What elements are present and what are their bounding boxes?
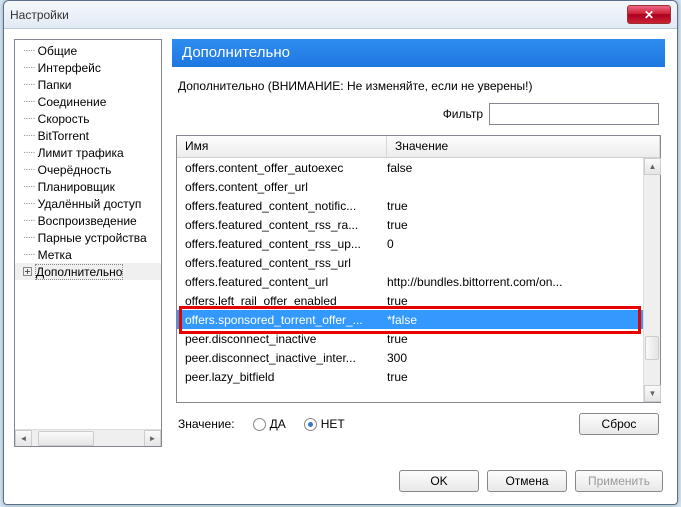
table-row[interactable]: offers.left_rail_offer_enabledtrue	[177, 291, 643, 310]
value-label: Значение:	[178, 417, 235, 431]
radio-yes-label: ДА	[270, 417, 286, 431]
table-row[interactable]: offers.content_offer_url	[177, 177, 643, 196]
table-row[interactable]: peer.lazy_bitfieldtrue	[177, 367, 643, 386]
radio-no-label: НЕТ	[321, 417, 345, 431]
cell-name: offers.featured_content_url	[185, 275, 387, 289]
cell-name: offers.content_offer_url	[185, 180, 387, 194]
dialog-buttons: OK Отмена Применить	[399, 470, 663, 492]
cell-value: true	[387, 294, 635, 308]
column-value[interactable]: Значение	[387, 136, 660, 157]
scroll-thumb[interactable]	[38, 431, 94, 446]
cancel-button[interactable]: Отмена	[487, 470, 567, 492]
tree-item[interactable]: ·····Метка	[15, 246, 161, 263]
radio-yes[interactable]	[253, 418, 266, 431]
expand-icon[interactable]	[23, 267, 32, 276]
cell-value: true	[387, 218, 635, 232]
detail-panel: Дополнительно Дополнительно (ВНИМАНИЕ: Н…	[172, 39, 665, 447]
cell-name: offers.featured_content_rss_up...	[185, 237, 387, 251]
category-tree: ·····Общие·····Интерфейс·····Папки·····С…	[14, 39, 162, 447]
scroll-right-icon[interactable]: ►	[144, 430, 161, 447]
table-row[interactable]: offers.featured_content_rss_up...0	[177, 234, 643, 253]
cell-name: offers.sponsored_torrent_offer_...	[185, 313, 387, 327]
filter-label: Фильтр	[443, 107, 483, 121]
tree-item[interactable]: ·····Очерёдность	[15, 161, 161, 178]
scroll-thumb-vertical[interactable]	[645, 336, 659, 360]
close-button[interactable]: ✕	[627, 5, 671, 24]
radio-yes-group[interactable]: ДА	[253, 417, 286, 431]
cell-value: true	[387, 370, 635, 384]
tree-item[interactable]: ·····Соединение	[15, 93, 161, 110]
value-editor-row: Значение: ДА НЕТ Сброс	[178, 413, 659, 435]
table-row[interactable]: offers.featured_content_rss_url	[177, 253, 643, 272]
cell-value: http://bundles.bittorrent.com/on...	[387, 275, 635, 289]
table-row[interactable]: offers.sponsored_torrent_offer_...*false	[177, 310, 643, 329]
filter-input[interactable]	[489, 103, 659, 125]
window-title: Настройки	[10, 8, 69, 22]
tree-item[interactable]: ·····Удалённый доступ	[15, 195, 161, 212]
tree-item[interactable]: ·····Папки	[15, 76, 161, 93]
table-row[interactable]: offers.content_offer_autoexecfalse	[177, 158, 643, 177]
cell-value: *false	[387, 313, 635, 327]
tree-item[interactable]: ·····Интерфейс	[15, 59, 161, 76]
close-icon: ✕	[644, 8, 654, 22]
tree-item[interactable]: ·····Планировщик	[15, 178, 161, 195]
filter-row: Фильтр	[178, 103, 659, 125]
tree-item[interactable]: ·····Скорость	[15, 110, 161, 127]
cell-name: offers.featured_content_rss_ra...	[185, 218, 387, 232]
settings-table: Имя Значение offers.content_offer_autoex…	[176, 135, 661, 403]
tree-item[interactable]: ·····BitTorrent	[15, 127, 161, 144]
scroll-left-icon[interactable]: ◄	[15, 430, 32, 447]
reset-button[interactable]: Сброс	[579, 413, 659, 435]
ok-button[interactable]: OK	[399, 470, 479, 492]
tree-item[interactable]: ·····Лимит трафика	[15, 144, 161, 161]
radio-no[interactable]	[304, 418, 317, 431]
titlebar: Настройки ✕	[4, 1, 677, 29]
scroll-down-icon[interactable]: ▼	[644, 385, 661, 402]
cell-name: peer.disconnect_inactive_inter...	[185, 351, 387, 365]
cell-value: true	[387, 199, 635, 213]
cell-name: offers.content_offer_autoexec	[185, 161, 387, 175]
settings-dialog: Настройки ✕ ·····Общие·····Интерфейс····…	[3, 0, 678, 505]
cell-name: peer.disconnect_inactive	[185, 332, 387, 346]
table-header: Имя Значение	[177, 136, 660, 158]
content-area: ·····Общие·····Интерфейс·····Папки·····С…	[4, 29, 677, 504]
tree-scrollbar-horizontal[interactable]: ◄ ►	[15, 429, 161, 446]
cell-value: 0	[387, 237, 635, 251]
scroll-up-icon[interactable]: ▲	[644, 158, 661, 175]
cell-name: offers.left_rail_offer_enabled	[185, 294, 387, 308]
cell-name: offers.featured_content_rss_url	[185, 256, 387, 270]
table-row[interactable]: offers.featured_content_urlhttp://bundle…	[177, 272, 643, 291]
table-row[interactable]: offers.featured_content_rss_ra...true	[177, 215, 643, 234]
cell-value: false	[387, 161, 635, 175]
table-scrollbar-vertical[interactable]: ▲ ▼	[643, 158, 660, 402]
tree-item[interactable]: ·····Воспроизведение	[15, 212, 161, 229]
cell-name: peer.lazy_bitfield	[185, 370, 387, 384]
radio-no-group[interactable]: НЕТ	[304, 417, 345, 431]
table-row[interactable]: peer.disconnect_inactive_inter...300	[177, 348, 643, 367]
section-banner: Дополнительно	[172, 39, 665, 67]
table-row[interactable]: peer.disconnect_inactivetrue	[177, 329, 643, 348]
tree-item[interactable]: ·····Парные устройства	[15, 229, 161, 246]
warning-text: Дополнительно (ВНИМАНИЕ: Не изменяйте, е…	[178, 79, 659, 93]
column-name[interactable]: Имя	[177, 136, 387, 157]
table-row[interactable]: offers.featured_content_notific...true	[177, 196, 643, 215]
cell-value: true	[387, 332, 635, 346]
cell-name: offers.featured_content_notific...	[185, 199, 387, 213]
apply-button[interactable]: Применить	[575, 470, 663, 492]
tree-item[interactable]: ·····Общие	[15, 42, 161, 59]
tree-item[interactable]: Дополнительно	[15, 263, 161, 280]
cell-value: 300	[387, 351, 635, 365]
